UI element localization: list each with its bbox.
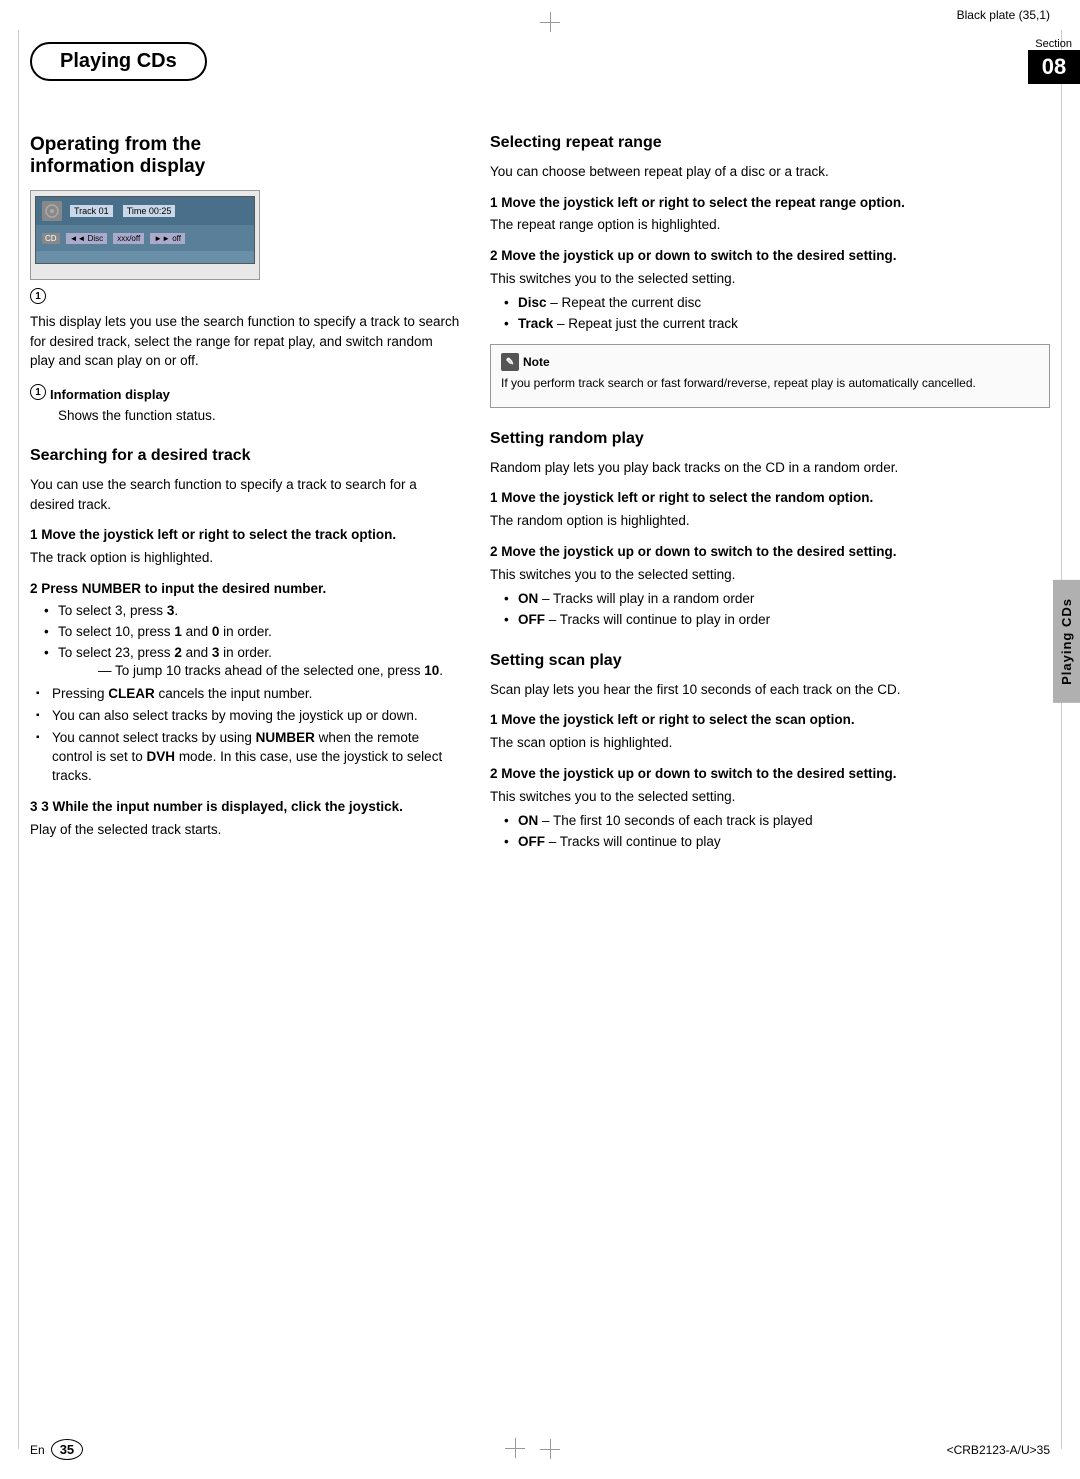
left-border [18,30,19,1449]
page-number: 35 [51,1439,83,1460]
search-bullet-2: To select 10, press 1 and 0 in order. [44,623,460,642]
random-step1-heading: 1 Move the joystick left or right to sel… [490,489,1050,508]
searching-section: Searching for a desired track You can us… [30,447,460,839]
side-tab: Playing CDs [1053,580,1080,703]
search-square-1: Pressing CLEAR cancels the input number. [36,685,460,704]
search-step1-heading: 1 Move the joystick left or right to sel… [30,526,460,545]
track-label: Track 01 [70,205,113,217]
note-icon: ✎ [501,353,519,371]
time-label: Time 00:25 [123,205,176,217]
section-label: Section [1035,38,1072,50]
main-content: Operating from the information display T… [0,24,1080,916]
scan-intro: Scan play lets you hear the first 10 sec… [490,680,1050,700]
screen-bottom-row: CD ◄◄ Disc xxx/off ►► off [36,225,254,251]
screen-track-info: Track 01 Time 00:25 [70,205,248,217]
en-label: En [30,1443,45,1457]
scan-step2-result: This switches you to the selected settin… [490,787,1050,807]
circled-1: 1 [30,288,46,304]
random-bullet-1: ON – Tracks will play in a random order [504,590,1050,609]
cd-icon [42,201,62,221]
search-step3-result: Play of the selected track starts. [30,820,460,840]
footer-en: En 35 [30,1439,83,1460]
footer: En 35 <CRB2123-A/U>35 [0,1438,1080,1461]
info-display-label-row: 1 Information display [30,381,460,404]
display-caption: 1 [30,288,460,304]
random-bullet-2: OFF – Tracks will continue to play in or… [504,611,1050,630]
scan-step2-heading: 2 Move the joystick up or down to switch… [490,765,1050,784]
scan-step1-heading: 1 Move the joystick left or right to sel… [490,711,1050,730]
random-step2-heading: 2 Move the joystick up or down to switch… [490,543,1050,562]
scan-title: Setting scan play [490,652,1050,670]
section-badge: 08 [1028,50,1080,84]
black-plate-label: Black plate (35,1) [957,8,1050,22]
search-dash-1: To jump 10 tracks ahead of the selected … [98,662,460,681]
scan-section: Setting scan play Scan play lets you hea… [490,652,1050,852]
info-display-label: Information display [50,387,170,402]
search-step2-bullets: To select 3, press 3. To select 10, pres… [44,602,460,682]
display-screen: Track 01 Time 00:25 CD ◄◄ Disc xxx/off ►… [35,196,255,264]
random-title: Setting random play [490,430,1050,448]
cd-label: CD [42,233,60,244]
random-bullets: ON – Tracks will play in a random order … [504,590,1050,630]
search-bullet-1: To select 3, press 3. [44,602,460,621]
search-step1-result: The track option is highlighted. [30,548,460,568]
repeat-intro: You can choose between repeat play of a … [490,162,1050,182]
scan-step1-result: The scan option is highlighted. [490,733,1050,753]
circled-1-info: 1 [30,384,46,400]
info-display-desc: Shows the function status. [58,406,460,426]
search-step3-heading: 3 3 While the input number is displayed,… [30,798,460,817]
random-section: Setting random play Random play lets you… [490,430,1050,630]
repeat-title: Selecting repeat range [490,134,1050,152]
repeat-step1-heading: 1 Move the joystick left or right to sel… [490,194,1050,213]
right-border [1061,30,1062,1449]
scan-bullets: ON – The first 10 seconds of each track … [504,812,1050,852]
searching-intro: You can use the search function to speci… [30,475,460,514]
search-bullet-3: To select 23, press 2 and 3 in order. To… [44,644,460,682]
search-step2-heading: 2 Press NUMBER to input the desired numb… [30,580,460,599]
repeat-bullet-1: Disc – Repeat the current disc [504,294,1050,313]
info-display-section: 1 Information display Shows the function… [30,381,460,426]
repeat-step1-result: The repeat range option is highlighted. [490,215,1050,235]
right-column: Selecting repeat range You can choose be… [490,134,1050,856]
scan-bullet-1: ON – The first 10 seconds of each track … [504,812,1050,831]
screen-option2: xxx/off [113,233,144,244]
random-step2-result: This switches you to the selected settin… [490,565,1050,585]
screen-option3: ►► off [150,233,185,244]
screen-option1: ◄◄ Disc [66,233,108,244]
chapter-title: Playing CDs [30,42,207,81]
searching-title: Searching for a desired track [30,447,460,465]
note-title: ✎ Note [501,353,1039,371]
repeat-bullets: Disc – Repeat the current disc Track – R… [504,294,1050,334]
left-column: Operating from the information display T… [30,134,460,856]
repeat-step2-heading: 2 Move the joystick up or down to switch… [490,247,1050,266]
note-text: If you perform track search or fast forw… [501,375,1039,392]
intro-text: This display lets you use the search fun… [30,312,460,371]
search-square-bullets: Pressing CLEAR cancels the input number.… [36,685,460,785]
random-intro: Random play lets you play back tracks on… [490,458,1050,478]
search-square-3: You cannot select tracks by using NUMBER… [36,729,460,786]
footer-crosshair [505,1438,525,1461]
main-section-title: Operating from the information display [30,134,460,178]
scan-bullet-2: OFF – Tracks will continue to play [504,833,1050,852]
repeat-section: Selecting repeat range You can choose be… [490,134,1050,408]
display-image: Track 01 Time 00:25 CD ◄◄ Disc xxx/off ►… [30,190,260,280]
repeat-step2-result: This switches you to the selected settin… [490,269,1050,289]
repeat-bullet-2: Track – Repeat just the current track [504,315,1050,334]
product-code: <CRB2123-A/U>35 [947,1443,1050,1457]
random-step1-result: The random option is highlighted. [490,511,1050,531]
note-box: ✎ Note If you perform track search or fa… [490,344,1050,407]
screen-top-row: Track 01 Time 00:25 [36,197,254,225]
search-square-2: You can also select tracks by moving the… [36,707,460,726]
